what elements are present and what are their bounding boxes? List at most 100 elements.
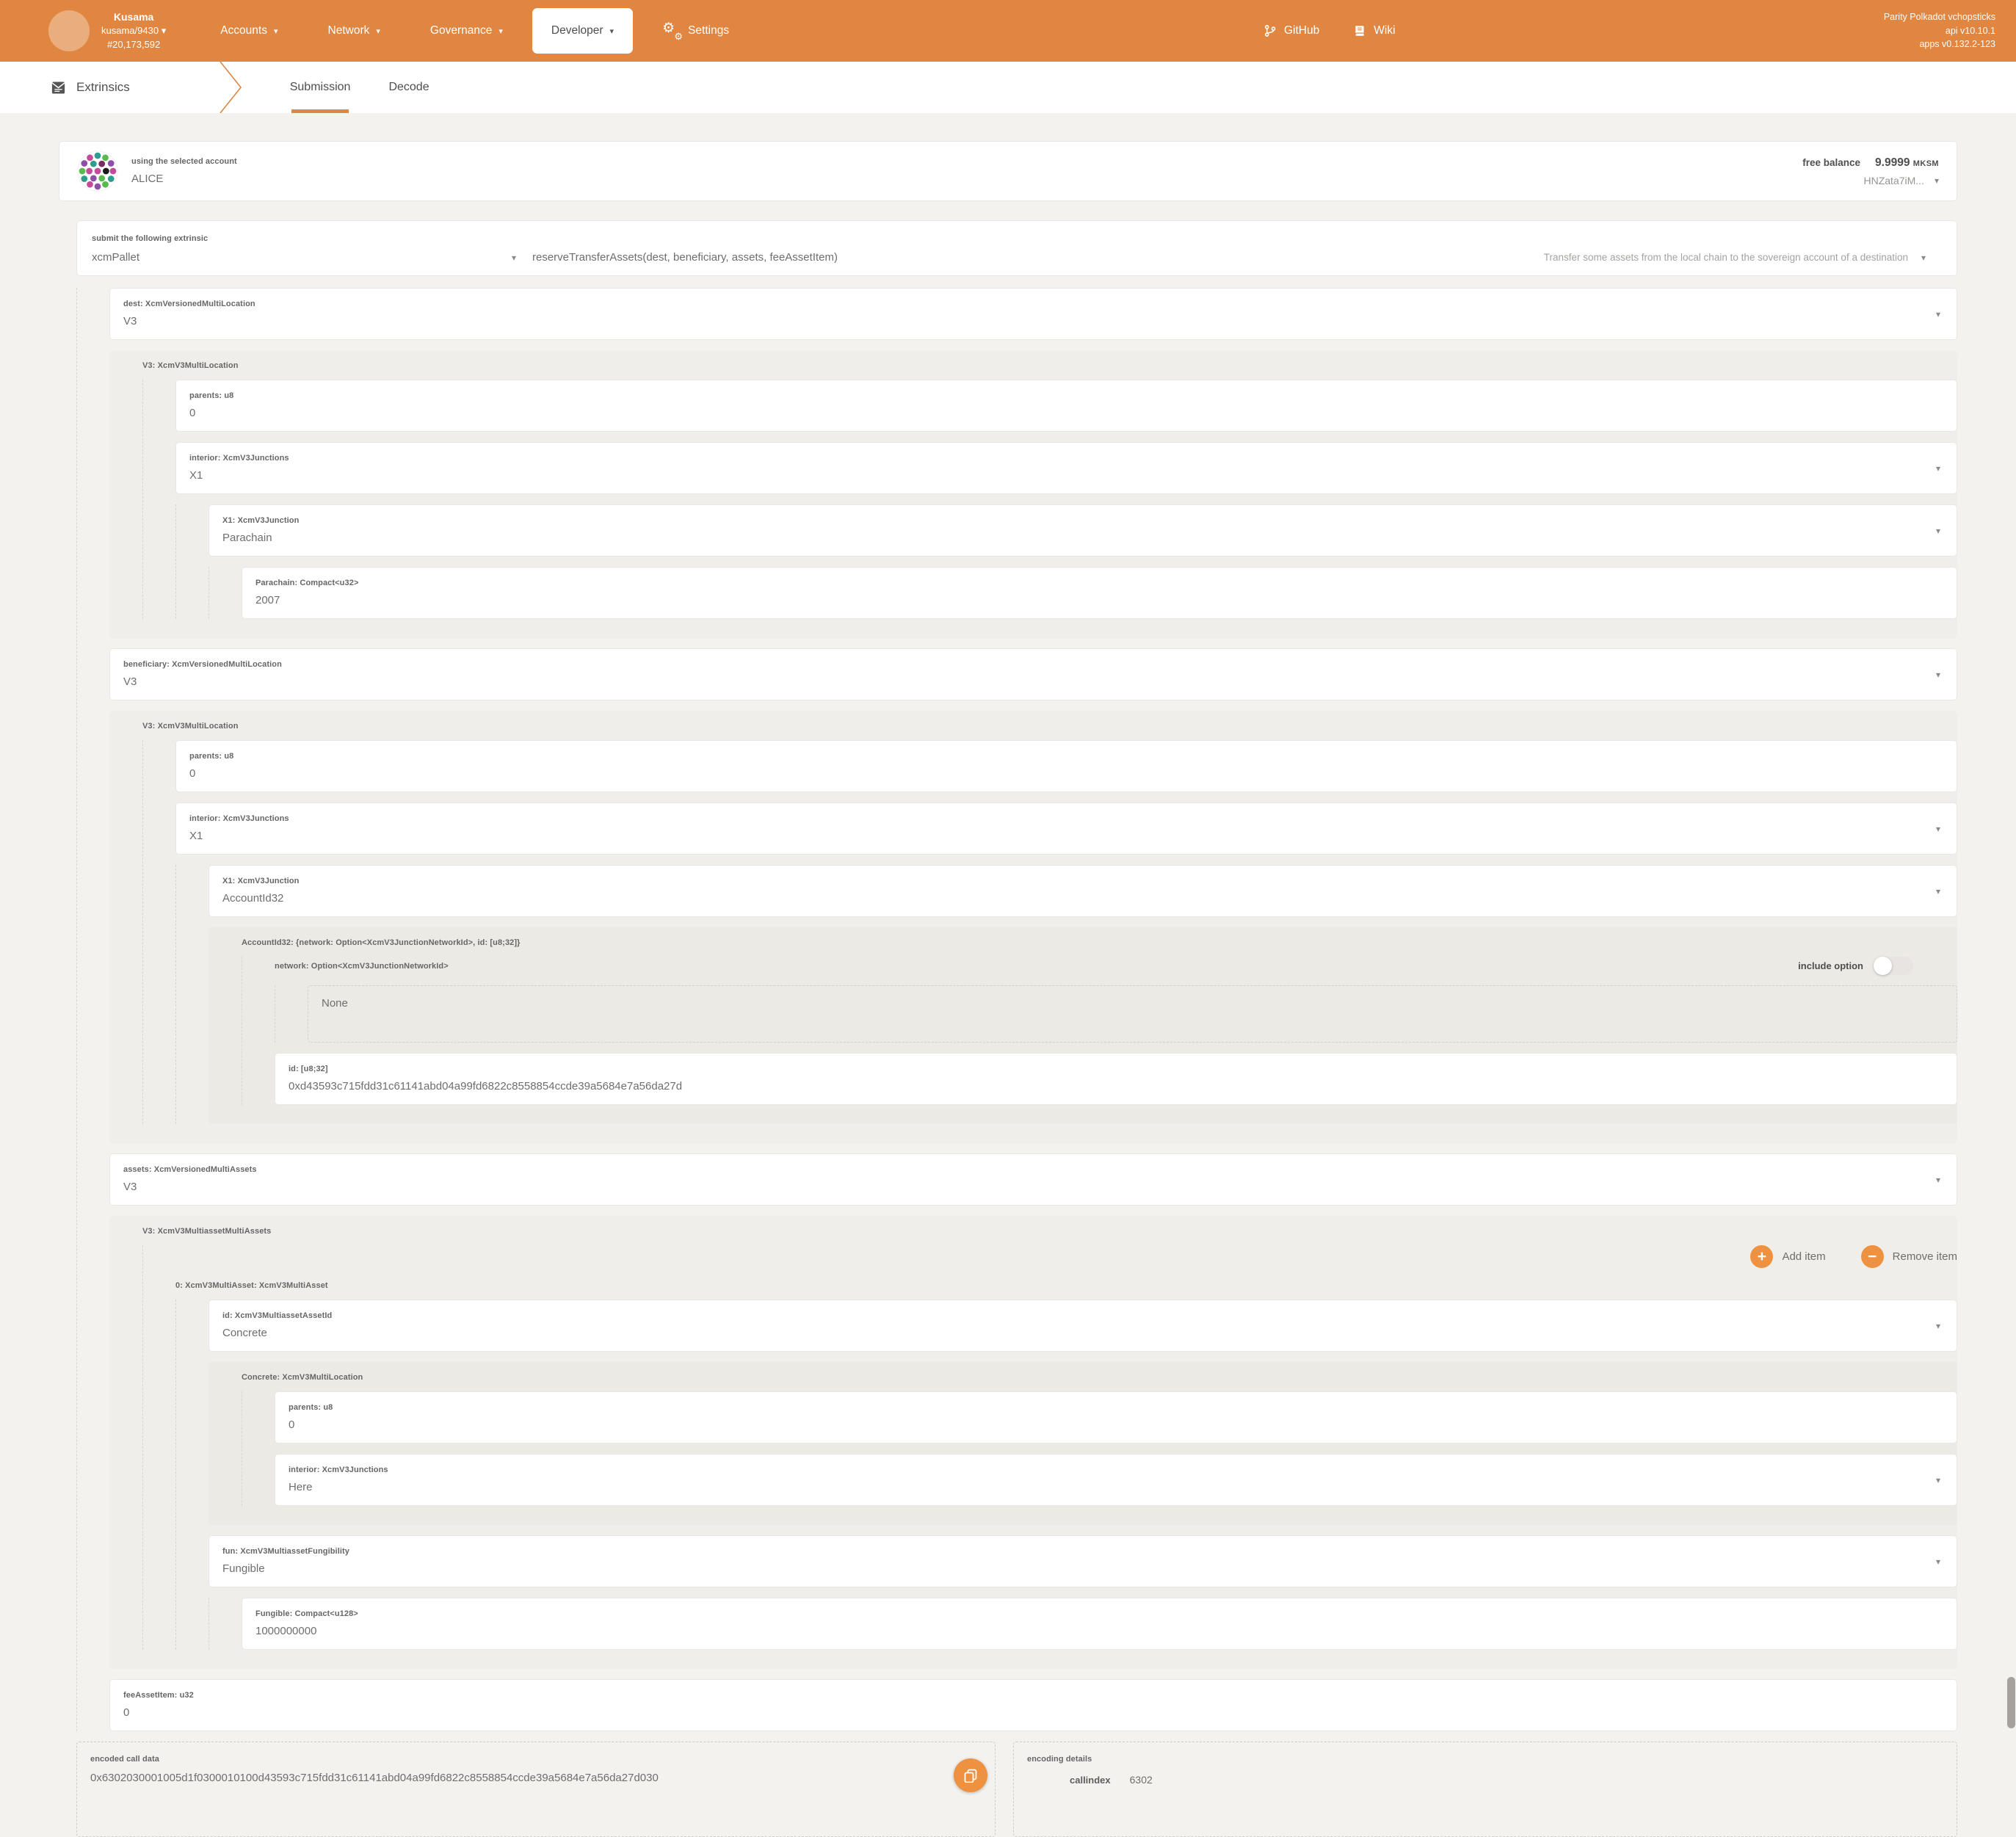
param-dest-select[interactable]: dest: XcmVersionedMultiLocation V3 ▾: [109, 288, 1957, 340]
chevron-down-icon: ▾: [1936, 670, 1940, 680]
github-link[interactable]: GitHub: [1252, 24, 1331, 37]
include-option-label: include option: [1798, 960, 1863, 971]
chevron-down-icon: ▾: [274, 26, 278, 36]
toggle-knob: [1874, 957, 1892, 975]
dest-parachain-input[interactable]: Parachain: Compact<u32> 2007: [242, 567, 1957, 619]
param-fee-asset-input[interactable]: feeAssetItem: u32 0: [109, 1679, 1957, 1731]
network-none-value: None: [308, 985, 1957, 1043]
chevron-down-icon: ▾: [1936, 824, 1940, 834]
chevron-down-icon: ▾: [1936, 309, 1940, 319]
menu-network[interactable]: Network▾: [303, 0, 405, 62]
group-label: V3: XcmV3MultiLocation: [142, 722, 1957, 731]
chain-selector[interactable]: Kusama kusama/9430 ▾ #20,173,592: [0, 10, 166, 52]
menu-settings[interactable]: ⚙⚙ Settings: [637, 0, 754, 62]
copy-icon: [963, 1768, 978, 1783]
group-label: V3: XcmV3MultiassetMultiAssets: [142, 1227, 1957, 1236]
chevron-down-icon: ▾: [498, 26, 503, 36]
param-assets-select[interactable]: assets: XcmVersionedMultiAssets V3 ▾: [109, 1153, 1957, 1206]
free-balance-label: free balance: [1802, 157, 1860, 168]
network-option-label: network: Option<XcmV3JunctionNetworkId>: [275, 962, 449, 971]
chevron-down-icon: ▾: [376, 26, 380, 36]
account-select-label: using the selected account: [131, 157, 237, 166]
free-balance-value: 9.9999: [1875, 156, 1910, 169]
dest-v3-group: V3: XcmV3MultiLocation parents: u8 0 int…: [109, 350, 1957, 638]
add-item-button[interactable]: + Add item: [1750, 1245, 1825, 1268]
beneficiary-x1-select[interactable]: X1: XcmV3Junction AccountId32 ▾: [209, 865, 1957, 917]
method-select[interactable]: reserveTransferAssets(dest, beneficiary,…: [532, 251, 1942, 264]
book-icon: [1353, 24, 1366, 37]
chain-logo: [48, 10, 90, 51]
dest-interior-select[interactable]: interior: XcmV3Junctions X1 ▾: [175, 442, 1957, 494]
account-card: using the selected account ALICE free ba…: [59, 141, 1957, 201]
dest-parents-input[interactable]: parents: u8 0: [175, 380, 1957, 432]
chevron-down-icon: ▾: [1936, 1475, 1940, 1485]
main-menu: Accounts▾ Network▾ Governance▾ Developer…: [195, 0, 754, 62]
asset-fun-select[interactable]: fun: XcmV3MultiassetFungibility Fungible…: [209, 1535, 1957, 1587]
encoded-call-data-box: encoded call data 0x6302030001005d1f0300…: [76, 1742, 996, 1837]
group-label: V3: XcmV3MultiLocation: [142, 361, 1957, 370]
chain-endpoint: kusama/9430: [101, 25, 159, 36]
assets-v3-group: V3: XcmV3MultiassetMultiAssets + Add ite…: [109, 1216, 1957, 1669]
menu-accounts[interactable]: Accounts▾: [195, 0, 302, 62]
chain-name: Kusama: [101, 10, 166, 25]
git-branch-icon: [1263, 24, 1277, 37]
chevron-down-icon: ▾: [512, 253, 516, 263]
node-info: Parity Polkadot vchopsticks api v10.10.1…: [1884, 10, 2016, 51]
chevron-down-icon: ▾: [162, 25, 167, 36]
account-name: ALICE: [131, 173, 237, 185]
account-address-dropdown[interactable]: HNZata7iM... ▾: [1864, 175, 1940, 186]
chevron-down-icon: ▾: [1936, 526, 1940, 536]
page-scrollbar-thumb[interactable]: [2007, 1677, 2015, 1728]
callindex-label: callindex: [1070, 1775, 1111, 1786]
encoded-call-data-label: encoded call data: [90, 1755, 159, 1764]
top-navbar: Kusama kusama/9430 ▾ #20,173,592 Account…: [0, 0, 2016, 62]
concrete-interior-select[interactable]: interior: XcmV3Junctions Here ▾: [275, 1454, 1957, 1506]
page-title: Extrinsics: [0, 62, 130, 113]
plus-icon: +: [1750, 1245, 1773, 1268]
chevron-down-icon: ▾: [1936, 1557, 1940, 1567]
free-balance-unit: MKSM: [1913, 159, 1939, 168]
callindex-value: 6302: [1130, 1774, 1153, 1786]
menu-developer[interactable]: Developer▾: [532, 8, 633, 54]
concrete-parents-input[interactable]: parents: u8 0: [275, 1391, 1957, 1443]
fungible-amount-input[interactable]: Fungible: Compact<u128> 1000000000: [242, 1598, 1957, 1650]
pallet-select[interactable]: xcmPallet ▾: [92, 251, 532, 264]
group-label: Concrete: XcmV3MultiLocation: [242, 1373, 1957, 1382]
chevron-down-icon: ▾: [1936, 1321, 1940, 1331]
chevron-down-icon: ▾: [1936, 463, 1940, 474]
beneficiary-interior-select[interactable]: interior: XcmV3Junctions X1 ▾: [175, 802, 1957, 855]
encoding-details-box: encoding details callindex 6302: [1013, 1742, 1957, 1837]
extrinsic-label: submit the following extrinsic: [92, 234, 208, 243]
concrete-group: Concrete: XcmV3MultiLocation parents: u8…: [209, 1362, 1957, 1525]
accountid32-group: AccountId32: {network: Option<XcmV3Junct…: [209, 927, 1957, 1124]
extrinsic-card: submit the following extrinsic xcmPallet…: [76, 220, 1957, 276]
chevron-down-icon: ▾: [1936, 886, 1940, 896]
account-address-short: HNZata7iM...: [1864, 175, 1924, 186]
beneficiary-parents-input[interactable]: parents: u8 0: [175, 740, 1957, 792]
encoding-details-label: encoding details: [1027, 1755, 1092, 1764]
chevron-down-icon: ▾: [1935, 175, 1939, 186]
beneficiary-id-input[interactable]: id: [u8;32] 0xd43593c715fdd31c61141abd04…: [275, 1053, 1957, 1105]
tab-submission[interactable]: Submission: [271, 62, 370, 113]
dest-x1-select[interactable]: X1: XcmV3Junction Parachain ▾: [209, 504, 1957, 557]
chevron-divider: [218, 62, 244, 113]
copy-button[interactable]: [954, 1758, 987, 1792]
tab-bar: Extrinsics Submission Decode: [0, 62, 2016, 113]
api-version: api v10.10.1: [1884, 24, 1995, 38]
chevron-down-icon: ▾: [1921, 253, 1926, 263]
chain-block-number: #20,173,592: [101, 38, 166, 51]
extrinsics-icon: [50, 79, 67, 96]
remove-item-button[interactable]: − Remove item: [1861, 1245, 1957, 1268]
node-name: Parity Polkadot vchopsticks: [1884, 10, 1995, 24]
include-option-toggle[interactable]: [1874, 957, 1913, 975]
asset-id-select[interactable]: id: XcmV3MultiassetAssetId Concrete ▾: [209, 1300, 1957, 1352]
beneficiary-v3-group: V3: XcmV3MultiLocation parents: u8 0 int…: [109, 711, 1957, 1143]
param-beneficiary-select[interactable]: beneficiary: XcmVersionedMultiLocation V…: [109, 648, 1957, 700]
apps-version: apps v0.132.2-123: [1884, 37, 1995, 51]
menu-governance[interactable]: Governance▾: [405, 0, 528, 62]
minus-icon: −: [1861, 1245, 1884, 1268]
wiki-link[interactable]: Wiki: [1341, 24, 1407, 37]
tab-decode[interactable]: Decode: [369, 62, 448, 113]
gear-icon: ⚙⚙: [662, 22, 681, 40]
encoded-call-data-value: 0x6302030001005d1f0300010100d43593c715fd…: [90, 1772, 982, 1784]
